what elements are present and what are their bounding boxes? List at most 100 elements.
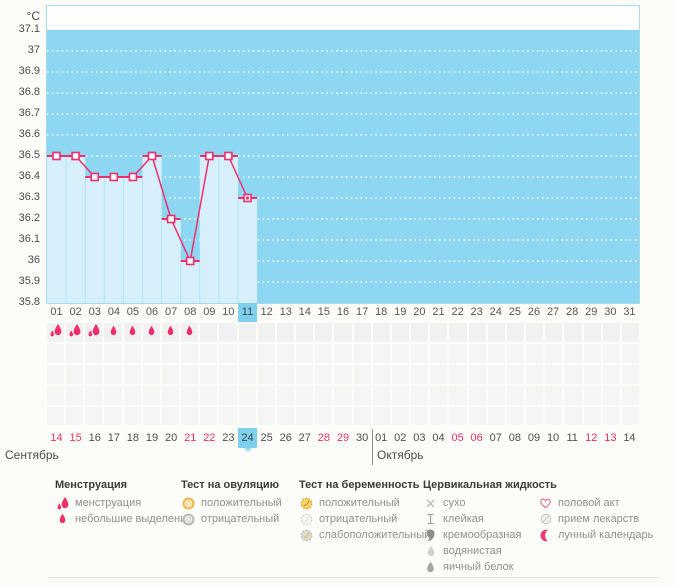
day-cell[interactable] (276, 365, 295, 384)
day-cell[interactable] (449, 365, 467, 384)
cycle-day-label[interactable]: 16 (333, 303, 352, 322)
day-cell[interactable] (161, 386, 180, 405)
day-cell[interactable] (545, 323, 563, 342)
cycle-day-label[interactable]: 05 (123, 303, 142, 322)
day-cell[interactable] (545, 365, 563, 384)
day-cell[interactable] (181, 344, 199, 363)
day-cell[interactable] (372, 323, 390, 342)
calendar-date[interactable]: 10 (544, 428, 563, 448)
day-cell[interactable] (85, 323, 103, 342)
calendar-date[interactable]: 05 (448, 428, 467, 448)
day-cell[interactable] (564, 365, 582, 384)
day-cell[interactable] (583, 386, 601, 405)
day-cell[interactable] (334, 344, 352, 363)
cycle-day-label[interactable]: 04 (104, 303, 123, 322)
day-cell[interactable] (468, 323, 486, 342)
day-cell[interactable] (468, 365, 486, 384)
day-cell[interactable] (296, 365, 314, 384)
day-cell[interactable] (526, 365, 544, 384)
cycle-day-label[interactable]: 14 (295, 303, 314, 322)
calendar-date[interactable]: 30 (353, 428, 372, 448)
day-cell[interactable] (257, 344, 275, 363)
day-cell[interactable] (200, 407, 218, 425)
cycle-day-label[interactable]: 24 (486, 303, 505, 322)
day-cell[interactable] (334, 407, 352, 425)
day-cell[interactable] (276, 386, 295, 405)
day-cell[interactable] (200, 344, 218, 363)
cycle-day-label[interactable]: 02 (66, 303, 85, 322)
day-cell[interactable] (181, 407, 199, 425)
day-cell[interactable] (468, 344, 486, 363)
calendar-date[interactable]: 04 (429, 428, 448, 448)
day-cell[interactable] (142, 323, 160, 342)
cycle-day-label[interactable]: 11 (237, 303, 258, 322)
day-cell[interactable] (219, 344, 237, 363)
cycle-day-label[interactable]: 20 (410, 303, 429, 322)
day-cell[interactable] (200, 386, 218, 405)
calendar-date[interactable]: 07 (486, 428, 505, 448)
day-cell[interactable] (142, 386, 160, 405)
day-cell[interactable] (66, 365, 84, 384)
day-cell[interactable] (257, 407, 275, 425)
day-cell[interactable] (430, 344, 448, 363)
day-cell[interactable] (104, 386, 122, 405)
day-cell[interactable] (47, 407, 65, 425)
day-cell[interactable] (372, 407, 390, 425)
day-cell[interactable] (621, 386, 639, 405)
day-cell[interactable] (430, 407, 448, 425)
calendar-date[interactable]: 21 (181, 428, 200, 448)
day-cell[interactable] (621, 344, 639, 363)
cycle-day-label[interactable]: 18 (372, 303, 391, 322)
calendar-date[interactable]: 24 (237, 428, 258, 452)
day-cell[interactable] (123, 407, 141, 425)
cycle-day-label[interactable]: 01 (47, 303, 66, 322)
day-cell[interactable] (391, 365, 410, 384)
day-cell[interactable] (564, 386, 582, 405)
day-cell[interactable] (85, 407, 103, 425)
day-cell[interactable] (296, 407, 314, 425)
day-cell[interactable] (353, 407, 371, 425)
day-cell[interactable] (506, 407, 525, 425)
day-cell[interactable] (47, 365, 65, 384)
day-cell[interactable] (123, 365, 141, 384)
day-cell[interactable] (123, 323, 141, 342)
day-cell[interactable] (506, 344, 525, 363)
day-cell[interactable] (296, 344, 314, 363)
day-cell[interactable] (411, 365, 429, 384)
cycle-day-label[interactable]: 27 (544, 303, 563, 322)
calendar-date[interactable]: 11 (563, 428, 582, 448)
calendar-date[interactable]: 12 (582, 428, 601, 448)
day-cell[interactable] (238, 323, 256, 342)
day-cell[interactable] (526, 344, 544, 363)
day-cell[interactable] (391, 344, 410, 363)
cycle-day-label[interactable]: 12 (257, 303, 276, 322)
calendar-date[interactable]: 09 (524, 428, 543, 448)
calendar-date[interactable]: 18 (123, 428, 142, 448)
cycle-day-label[interactable]: 03 (85, 303, 104, 322)
calendar-date[interactable]: 23 (219, 428, 238, 448)
day-cell[interactable] (430, 386, 448, 405)
calendar-date[interactable]: 06 (467, 428, 486, 448)
day-cell[interactable] (468, 407, 486, 425)
day-cell[interactable] (411, 344, 429, 363)
day-cell[interactable] (238, 365, 256, 384)
cycle-day-label[interactable]: 23 (467, 303, 486, 322)
calendar-date[interactable]: 01 (372, 428, 391, 448)
day-cell[interactable] (602, 344, 620, 363)
day-cell[interactable] (353, 386, 371, 405)
cycle-day-label[interactable]: 22 (448, 303, 467, 322)
day-cell[interactable] (621, 365, 639, 384)
calendar-date[interactable]: 08 (505, 428, 524, 448)
day-cell[interactable] (142, 407, 160, 425)
day-cell[interactable] (315, 386, 333, 405)
day-cell[interactable] (506, 365, 525, 384)
day-cell[interactable] (238, 407, 256, 425)
day-cell[interactable] (66, 344, 84, 363)
day-cell[interactable] (200, 365, 218, 384)
day-cell[interactable] (66, 407, 84, 425)
day-cell[interactable] (353, 323, 371, 342)
calendar-date[interactable]: 15 (66, 428, 85, 448)
day-cell[interactable] (161, 365, 180, 384)
day-cell[interactable] (430, 365, 448, 384)
day-cell[interactable] (142, 365, 160, 384)
